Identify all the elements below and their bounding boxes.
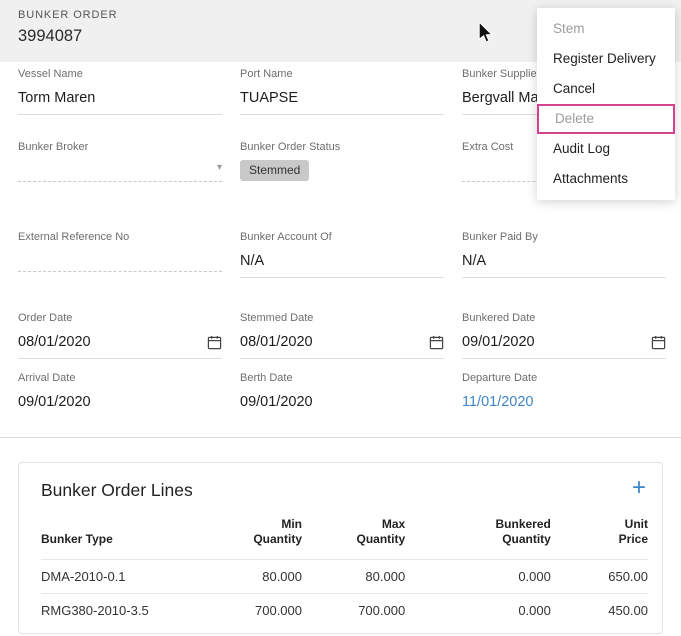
field-stemmed-date: Stemmed Date 08/01/2020 bbox=[240, 312, 444, 359]
arrival-date-label: Arrival Date bbox=[18, 372, 222, 384]
bunker-account-of-label: Bunker Account Of bbox=[240, 231, 444, 243]
section-divider bbox=[0, 437, 681, 438]
status-badge: Stemmed bbox=[240, 160, 309, 181]
table-header-row: Bunker Type MinQuantity MaxQuantity Bunk… bbox=[41, 513, 648, 560]
menu-item-audit-log[interactable]: Audit Log bbox=[537, 134, 675, 164]
arrival-date-value: 09/01/2020 bbox=[18, 391, 222, 418]
field-bunker-order-status: Bunker Order Status Stemmed bbox=[240, 141, 444, 186]
bunkered-date-input[interactable]: 09/01/2020 bbox=[462, 331, 666, 359]
order-lines-table: Bunker Type MinQuantity MaxQuantity Bunk… bbox=[41, 513, 648, 627]
field-arrival-date: Arrival Date 09/01/2020 bbox=[18, 372, 222, 418]
order-date-label: Order Date bbox=[18, 312, 222, 324]
menu-item-attachments[interactable]: Attachments bbox=[537, 164, 675, 194]
cell-bunkered-quantity: 0.000 bbox=[405, 560, 551, 594]
vessel-name-label: Vessel Name bbox=[18, 68, 222, 80]
field-vessel-name: Vessel Name Torm Maren bbox=[18, 68, 222, 115]
bunker-broker-label: Bunker Broker bbox=[18, 141, 222, 153]
field-external-reference-no: External Reference No bbox=[18, 231, 222, 278]
berth-date-value: 09/01/2020 bbox=[240, 391, 444, 418]
cell-unit-price: 450.00 bbox=[551, 594, 648, 628]
field-bunker-paid-by: Bunker Paid By N/A bbox=[462, 231, 666, 278]
field-bunkered-date: Bunkered Date 09/01/2020 bbox=[462, 312, 666, 359]
field-departure-date: Departure Date 11/01/2020 bbox=[462, 372, 666, 418]
berth-date-label: Berth Date bbox=[240, 372, 444, 384]
field-bunker-account-of: Bunker Account Of N/A bbox=[240, 231, 444, 278]
add-line-button[interactable]: + bbox=[632, 476, 646, 500]
cell-bunker-type: DMA-2010-0.1 bbox=[41, 560, 211, 594]
cell-bunker-type: RMG380-2010-3.5 bbox=[41, 594, 211, 628]
calendar-icon[interactable] bbox=[651, 335, 666, 350]
order-date-input[interactable]: 08/01/2020 bbox=[18, 331, 222, 359]
card-title: Bunker Order Lines bbox=[41, 480, 640, 501]
bunker-order-status-value: Stemmed bbox=[240, 160, 444, 186]
stemmed-date-label: Stemmed Date bbox=[240, 312, 444, 324]
cell-max-quantity: 700.000 bbox=[302, 594, 405, 628]
cell-unit-price: 650.00 bbox=[551, 560, 648, 594]
col-unit-price: UnitPrice bbox=[551, 513, 648, 560]
bunker-account-of-input[interactable]: N/A bbox=[240, 250, 444, 278]
departure-date-label: Departure Date bbox=[462, 372, 666, 384]
menu-item-cancel[interactable]: Cancel bbox=[537, 74, 675, 104]
port-name-label: Port Name bbox=[240, 68, 444, 80]
vessel-name-input[interactable]: Torm Maren bbox=[18, 87, 222, 115]
cell-min-quantity: 80.000 bbox=[211, 560, 302, 594]
col-min-quantity: MinQuantity bbox=[211, 513, 302, 560]
external-reference-no-input[interactable] bbox=[18, 250, 222, 272]
col-bunkered-quantity: BunkeredQuantity bbox=[405, 513, 551, 560]
departure-date-link[interactable]: 11/01/2020 bbox=[462, 391, 666, 418]
field-order-date: Order Date 08/01/2020 bbox=[18, 312, 222, 359]
context-menu: Stem Register Delivery Cancel Delete Aud… bbox=[537, 8, 675, 200]
chevron-down-icon[interactable]: ▾ bbox=[217, 163, 222, 173]
menu-item-stem[interactable]: Stem bbox=[537, 14, 675, 44]
bunker-order-status-label: Bunker Order Status bbox=[240, 141, 444, 153]
cell-bunkered-quantity: 0.000 bbox=[405, 594, 551, 628]
bunkered-date-label: Bunkered Date bbox=[462, 312, 666, 324]
calendar-icon[interactable] bbox=[207, 335, 222, 350]
table-row[interactable]: RMG380-2010-3.5 700.000 700.000 0.000 45… bbox=[41, 594, 648, 628]
bunker-paid-by-input[interactable]: N/A bbox=[462, 250, 666, 278]
stemmed-date-input[interactable]: 08/01/2020 bbox=[240, 331, 444, 359]
col-max-quantity: MaxQuantity bbox=[302, 513, 405, 560]
bunker-order-lines-card: Bunker Order Lines + Bunker Type MinQuan… bbox=[18, 462, 663, 634]
port-name-input[interactable]: TUAPSE bbox=[240, 87, 444, 115]
cell-min-quantity: 700.000 bbox=[211, 594, 302, 628]
menu-item-register-delivery[interactable]: Register Delivery bbox=[537, 44, 675, 74]
field-bunker-broker: Bunker Broker ▾ bbox=[18, 141, 222, 186]
menu-item-delete[interactable]: Delete bbox=[537, 104, 675, 134]
calendar-icon[interactable] bbox=[429, 335, 444, 350]
field-berth-date: Berth Date 09/01/2020 bbox=[240, 372, 444, 418]
bunker-broker-select[interactable]: ▾ bbox=[18, 160, 222, 182]
col-bunker-type: Bunker Type bbox=[41, 513, 211, 560]
table-row[interactable]: DMA-2010-0.1 80.000 80.000 0.000 650.00 bbox=[41, 560, 648, 594]
field-port-name: Port Name TUAPSE bbox=[240, 68, 444, 115]
cell-max-quantity: 80.000 bbox=[302, 560, 405, 594]
bunker-paid-by-label: Bunker Paid By bbox=[462, 231, 666, 243]
external-reference-no-label: External Reference No bbox=[18, 231, 222, 243]
